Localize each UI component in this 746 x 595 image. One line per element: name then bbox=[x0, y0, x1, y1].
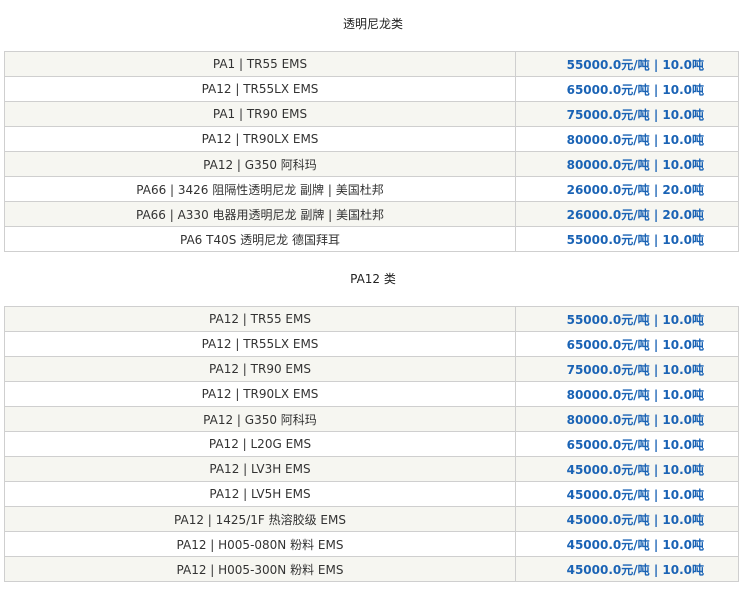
product-price: 80000.0元/吨 | 10.0吨 bbox=[515, 126, 739, 152]
product-price: 65000.0元/吨 | 10.0吨 bbox=[515, 331, 739, 357]
table-row[interactable]: PA66 | 3426 阻隔性透明尼龙 副牌 | 美国杜邦 26000.0元/吨 … bbox=[4, 176, 739, 202]
product-price: 55000.0元/吨 | 10.0吨 bbox=[515, 51, 739, 77]
product-name: PA1 | TR55 EMS bbox=[4, 51, 516, 77]
product-price: 75000.0元/吨 | 10.0吨 bbox=[515, 101, 739, 127]
product-price: 55000.0元/吨 | 10.0吨 bbox=[515, 226, 739, 252]
product-price: 65000.0元/吨 | 10.0吨 bbox=[515, 431, 739, 457]
table-row[interactable]: PA12 | H005-300N 粉料 EMS 45000.0元/吨 | 10.0… bbox=[4, 556, 739, 582]
price-table-transparent-nylon: PA1 | TR55 EMS 55000.0元/吨 | 10.0吨 PA12 | … bbox=[4, 51, 739, 252]
table-row[interactable]: PA12 | TR55LX EMS 65000.0元/吨 | 10.0吨 bbox=[4, 76, 739, 102]
table-row[interactable]: PA12 | TR90LX EMS 80000.0元/吨 | 10.0吨 bbox=[4, 126, 739, 152]
product-price: 45000.0元/吨 | 10.0吨 bbox=[515, 481, 739, 507]
product-name: PA6 T40S 透明尼龙 德国拜耳 bbox=[4, 226, 516, 252]
product-price: 45000.0元/吨 | 10.0吨 bbox=[515, 556, 739, 582]
product-name: PA12 | TR55LX EMS bbox=[4, 76, 516, 102]
table-row[interactable]: PA12 | TR55 EMS 55000.0元/吨 | 10.0吨 bbox=[4, 306, 739, 332]
product-price: 45000.0元/吨 | 10.0吨 bbox=[515, 456, 739, 482]
table-row[interactable]: PA12 | 1425/1F 热溶胶级 EMS 45000.0元/吨 | 10.0… bbox=[4, 506, 739, 532]
table-row[interactable]: PA12 | L20G EMS 65000.0元/吨 | 10.0吨 bbox=[4, 431, 739, 457]
table-row[interactable]: PA12 | H005-080N 粉料 EMS 45000.0元/吨 | 10.0… bbox=[4, 531, 739, 557]
table-row[interactable]: PA1 | TR55 EMS 55000.0元/吨 | 10.0吨 bbox=[4, 51, 739, 77]
product-name: PA66 | A330 电器用透明尼龙 副牌 | 美国杜邦 bbox=[4, 201, 516, 227]
product-price: 45000.0元/吨 | 10.0吨 bbox=[515, 531, 739, 557]
product-name: PA12 | TR90 EMS bbox=[4, 356, 516, 382]
product-price: 26000.0元/吨 | 20.0吨 bbox=[515, 176, 739, 202]
product-price: 45000.0元/吨 | 10.0吨 bbox=[515, 506, 739, 532]
product-name: PA12 | LV3H EMS bbox=[4, 456, 516, 482]
section-title-transparent-nylon: 透明尼龙类 bbox=[342, 17, 403, 31]
product-name: PA12 | 1425/1F 热溶胶级 EMS bbox=[4, 506, 516, 532]
price-table-pa12: PA12 | TR55 EMS 55000.0元/吨 | 10.0吨 PA12 |… bbox=[4, 306, 739, 582]
product-name: PA12 | TR55 EMS bbox=[4, 306, 516, 332]
product-price: 80000.0元/吨 | 10.0吨 bbox=[515, 406, 739, 432]
product-name: PA12 | LV5H EMS bbox=[4, 481, 516, 507]
product-name: PA12 | H005-300N 粉料 EMS bbox=[4, 556, 516, 582]
table-row[interactable]: PA12 | G350 阿科玛 80000.0元/吨 | 10.0吨 bbox=[4, 406, 739, 432]
product-name: PA12 | G350 阿科玛 bbox=[4, 151, 516, 177]
product-name: PA66 | 3426 阻隔性透明尼龙 副牌 | 美国杜邦 bbox=[4, 176, 516, 202]
product-name: PA12 | G350 阿科玛 bbox=[4, 406, 516, 432]
product-name: PA12 | TR90LX EMS bbox=[4, 381, 516, 407]
table-row[interactable]: PA12 | LV3H EMS 45000.0元/吨 | 10.0吨 bbox=[4, 456, 739, 482]
product-price: 55000.0元/吨 | 10.0吨 bbox=[515, 306, 739, 332]
table-row[interactable]: PA12 | TR90 EMS 75000.0元/吨 | 10.0吨 bbox=[4, 356, 739, 382]
table-row[interactable]: PA12 | LV5H EMS 45000.0元/吨 | 10.0吨 bbox=[4, 481, 739, 507]
product-price: 80000.0元/吨 | 10.0吨 bbox=[515, 381, 739, 407]
table-row[interactable]: PA1 | TR90 EMS 75000.0元/吨 | 10.0吨 bbox=[4, 101, 739, 127]
table-row[interactable]: PA6 T40S 透明尼龙 德国拜耳 55000.0元/吨 | 10.0吨 bbox=[4, 226, 739, 252]
product-name: PA12 | TR55LX EMS bbox=[4, 331, 516, 357]
product-price: 26000.0元/吨 | 20.0吨 bbox=[515, 201, 739, 227]
table-row[interactable]: PA12 | TR90LX EMS 80000.0元/吨 | 10.0吨 bbox=[4, 381, 739, 407]
table-row[interactable]: PA12 | TR55LX EMS 65000.0元/吨 | 10.0吨 bbox=[4, 331, 739, 357]
product-price: 65000.0元/吨 | 10.0吨 bbox=[515, 76, 739, 102]
product-name: PA12 | TR90LX EMS bbox=[4, 126, 516, 152]
table-row[interactable]: PA66 | A330 电器用透明尼龙 副牌 | 美国杜邦 26000.0元/吨 … bbox=[4, 201, 739, 227]
section-title-pa12: PA12 类 bbox=[350, 272, 396, 286]
product-name: PA1 | TR90 EMS bbox=[4, 101, 516, 127]
product-price: 80000.0元/吨 | 10.0吨 bbox=[515, 151, 739, 177]
product-price: 75000.0元/吨 | 10.0吨 bbox=[515, 356, 739, 382]
table-row[interactable]: PA12 | G350 阿科玛 80000.0元/吨 | 10.0吨 bbox=[4, 151, 739, 177]
product-name: PA12 | L20G EMS bbox=[4, 431, 516, 457]
product-name: PA12 | H005-080N 粉料 EMS bbox=[4, 531, 516, 557]
